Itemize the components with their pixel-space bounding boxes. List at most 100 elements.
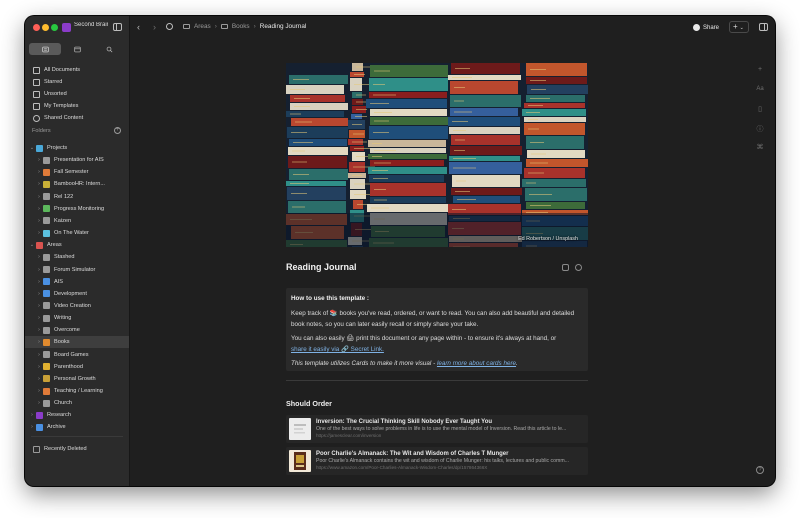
- tab-search[interactable]: [93, 43, 125, 55]
- insert-plus-icon[interactable]: +: [755, 66, 765, 73]
- book-spine-stripe: [454, 150, 465, 151]
- chevron-right-icon[interactable]: ›: [36, 230, 42, 236]
- info-icon[interactable]: ⓘ: [755, 124, 765, 134]
- folder-item-teaching-learning[interactable]: › Teaching / Learning: [25, 385, 129, 397]
- book-spine-stripe: [356, 94, 366, 96]
- text-style-icon[interactable]: Aa: [755, 86, 765, 92]
- chevron-down-icon[interactable]: ⌄: [29, 145, 35, 151]
- chevron-right-icon[interactable]: ›: [36, 327, 42, 333]
- book-spine-stripe: [454, 87, 465, 88]
- right-panel-toggle-icon[interactable]: [759, 23, 768, 31]
- history-icon[interactable]: [166, 23, 173, 30]
- folder-icon: [36, 423, 43, 431]
- breadcrumb-books[interactable]: Books: [232, 23, 250, 30]
- share-button[interactable]: Share: [688, 21, 724, 34]
- breadcrumb-current[interactable]: Reading Journal: [260, 23, 307, 30]
- breadcrumb-areas[interactable]: Areas: [194, 23, 211, 30]
- folder-item-books[interactable]: › Books: [25, 336, 129, 349]
- folder-item-projects[interactable]: ⌄ Projects: [25, 142, 129, 154]
- chevron-right-icon[interactable]: ›: [36, 254, 42, 260]
- chevron-right-icon[interactable]: ›: [36, 194, 42, 200]
- chevron-right-icon[interactable]: ›: [36, 400, 42, 406]
- folder-icon: [43, 229, 50, 237]
- folder-item-parenthood[interactable]: › Parenthood: [25, 361, 129, 373]
- folder-item-on-the-water[interactable]: › On The Water: [25, 227, 129, 239]
- chevron-right-icon[interactable]: ›: [36, 291, 42, 297]
- sidebar-toggle-icon[interactable]: [113, 23, 122, 31]
- minimize-window-button[interactable]: [42, 24, 49, 31]
- folder-item-progress-monitoring[interactable]: › Progress Monitoring: [25, 203, 129, 215]
- folder-item-personal-growth[interactable]: › Personal Growth: [25, 373, 129, 385]
- chevron-right-icon[interactable]: ›: [36, 267, 42, 273]
- chevron-right-icon[interactable]: ›: [36, 206, 42, 212]
- chevron-right-icon[interactable]: ›: [36, 218, 42, 224]
- sidebar: Second Brain All Documents Starred Unsorte…: [25, 16, 130, 486]
- chevron-right-icon[interactable]: ›: [36, 376, 42, 382]
- back-arrow-icon[interactable]: ‹: [137, 22, 140, 32]
- zoom-window-button[interactable]: [51, 24, 58, 31]
- learn-cards-link[interactable]: learn more about cards here: [437, 360, 516, 367]
- link-card[interactable]: Inversion: The Crucial Thinking Skill No…: [286, 415, 588, 443]
- chevron-right-icon[interactable]: ›: [29, 424, 35, 430]
- chevron-right-icon[interactable]: ›: [36, 169, 42, 175]
- document-icon[interactable]: [562, 264, 569, 271]
- chevron-right-icon[interactable]: ›: [36, 364, 42, 370]
- folder-item-fall-semester[interactable]: › Fall Semester: [25, 166, 129, 178]
- books-cover-photo: [286, 63, 588, 247]
- sidebar-item-recently-deleted[interactable]: Recently Deleted: [25, 443, 137, 455]
- sidebar-item-all-documents[interactable]: All Documents: [25, 64, 137, 76]
- cover-credit[interactable]: Ed Robertson / Unsplash: [518, 236, 578, 242]
- help-icon[interactable]: ?: [756, 466, 764, 474]
- folder-item-overcome[interactable]: › Overcome: [25, 324, 129, 336]
- folder-item-presentation-for-ais[interactable]: › Presentation for AIS: [25, 154, 129, 166]
- chevron-right-icon[interactable]: ›: [36, 352, 42, 358]
- chevron-right-icon[interactable]: ›: [36, 279, 42, 285]
- chevron-right-icon[interactable]: ›: [29, 412, 35, 418]
- folder-item-church[interactable]: › Church: [25, 397, 129, 409]
- tab-calendar[interactable]: [61, 43, 93, 55]
- sidebar-item-shared-content[interactable]: Shared Content: [25, 112, 137, 124]
- folder-item-board-games[interactable]: › Board Games: [25, 349, 129, 361]
- tab-documents[interactable]: [29, 43, 61, 55]
- cover-image[interactable]: Ed Robertson / Unsplash: [286, 63, 588, 247]
- chevron-right-icon[interactable]: ›: [36, 181, 42, 187]
- page-title[interactable]: Reading Journal: [286, 262, 357, 272]
- chevron-right-icon[interactable]: ›: [36, 339, 42, 345]
- book-spine-stripe: [457, 199, 476, 200]
- chevron-down-icon[interactable]: ⌄: [29, 242, 35, 248]
- add-folder-icon[interactable]: +: [114, 127, 121, 134]
- add-button[interactable]: + ⌄: [729, 21, 749, 33]
- chevron-right-icon[interactable]: ›: [36, 157, 42, 163]
- sidebar-item-my-templates[interactable]: My Templates: [25, 100, 137, 112]
- folder-item-ais[interactable]: › AIS: [25, 276, 129, 288]
- chevron-right-icon[interactable]: ›: [36, 388, 42, 394]
- book-spine-stripe: [373, 132, 389, 133]
- folder-item-stashed[interactable]: › Stashed: [25, 251, 129, 263]
- app-name[interactable]: Second Brain: [74, 22, 108, 28]
- sidebar-item-unsorted[interactable]: Unsorted: [25, 88, 137, 100]
- folder-item-writing[interactable]: › Writing: [25, 312, 129, 324]
- close-window-button[interactable]: [33, 24, 40, 31]
- forward-arrow-icon[interactable]: ›: [153, 22, 156, 32]
- section-heading[interactable]: Should Order: [286, 399, 332, 408]
- callout-block[interactable]: How to use this template : Keep track of…: [286, 288, 588, 371]
- folder-item-forum-simulator[interactable]: › Forum Simulator: [25, 264, 129, 276]
- folder-item-kaizen[interactable]: › Kaizen: [25, 215, 129, 227]
- chevron-right-icon[interactable]: ›: [36, 303, 42, 309]
- book-spine-stripe: [372, 143, 382, 144]
- folder-item-research[interactable]: › Research: [25, 409, 129, 421]
- command-icon[interactable]: ⌘: [755, 143, 765, 151]
- secret-link[interactable]: share it easily via 🔗 Secret Link.: [291, 346, 384, 353]
- mobile-view-icon[interactable]: ▯: [755, 105, 765, 113]
- folder-item-bamboohr-intern[interactable]: › BambooHR: Intern...: [25, 178, 129, 190]
- book-spine-stripe: [530, 142, 544, 143]
- folder-item-video-creation[interactable]: › Video Creation: [25, 300, 129, 312]
- link-card[interactable]: Poor Charlie's Almanack: The Wit and Wis…: [286, 447, 588, 475]
- folder-item-areas[interactable]: ⌄ Areas: [25, 239, 129, 251]
- folder-item-rel-122[interactable]: › Rel 122: [25, 191, 129, 203]
- sidebar-item-starred[interactable]: Starred: [25, 76, 137, 88]
- chevron-right-icon[interactable]: ›: [36, 315, 42, 321]
- document-status-icon[interactable]: [575, 264, 582, 271]
- folder-item-archive[interactable]: › Archive: [25, 421, 129, 433]
- folder-item-development[interactable]: › Development: [25, 288, 129, 300]
